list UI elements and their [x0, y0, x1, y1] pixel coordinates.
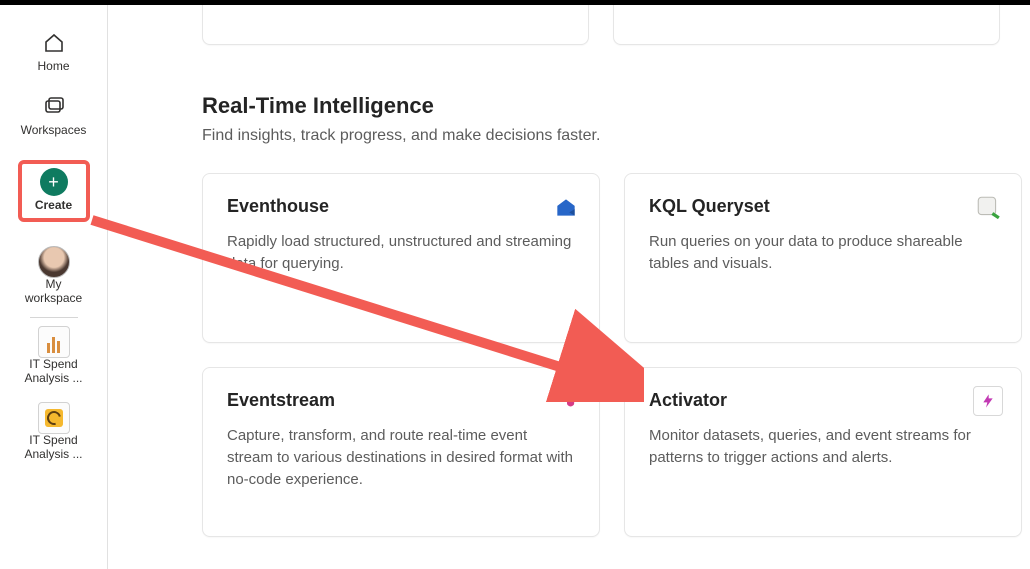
nav-create-label: Create: [35, 198, 72, 212]
nav-my-workspace[interactable]: My workspace: [0, 240, 107, 312]
nav-create[interactable]: + Create: [0, 154, 107, 228]
card-eventhouse[interactable]: Eventhouse Rapidly load structured, unst…: [202, 173, 600, 343]
eventstream-icon: [551, 386, 581, 416]
section-header: Real-Time Intelligence Find insights, tr…: [202, 93, 1000, 145]
report-gauge-icon: [38, 402, 70, 434]
queryset-icon: [973, 192, 1003, 222]
eventhouse-icon: [551, 192, 581, 222]
nav-my-workspace-label: My workspace: [25, 278, 82, 306]
card-kql-queryset[interactable]: KQL Queryset Run queries on your data to…: [624, 173, 1022, 343]
section-subtitle: Find insights, track progress, and make …: [202, 127, 1000, 145]
card-partial-left[interactable]: and analytics.: [202, 5, 589, 45]
card-kql-desc: Run queries on your data to produce shar…: [649, 231, 997, 275]
nav-workspaces-label: Workspaces: [21, 123, 87, 137]
card-eventhouse-title: Eventhouse: [227, 196, 575, 217]
nav-home[interactable]: Home: [0, 23, 107, 79]
nav-recent-2-label: IT Spend Analysis ...: [24, 434, 82, 462]
card-kql-title: KQL Queryset: [649, 196, 997, 217]
workspaces-icon: [40, 93, 68, 121]
sidebar-divider: [30, 317, 78, 318]
nav-home-label: Home: [37, 59, 69, 73]
create-highlight-box: + Create: [18, 160, 90, 222]
partial-card-row: and analytics. efficiency across the org…: [202, 5, 1000, 45]
card-eventstream-desc: Capture, transform, and route real-time …: [227, 425, 575, 490]
left-sidebar: Home Workspaces + Create My workspace IT…: [0, 5, 108, 569]
nav-workspaces[interactable]: Workspaces: [0, 87, 107, 143]
plus-icon: +: [40, 168, 68, 196]
nav-recent-1[interactable]: IT Spend Analysis ...: [0, 320, 107, 392]
card-eventstream[interactable]: Eventstream Capture, transform, and rout…: [202, 367, 600, 537]
card-grid: Eventhouse Rapidly load structured, unst…: [202, 173, 1000, 537]
card-activator-title: Activator: [649, 390, 997, 411]
card-activator[interactable]: Activator Monitor datasets, queries, and…: [624, 367, 1022, 537]
report-bar-icon: [38, 326, 70, 358]
home-icon: [40, 29, 68, 57]
card-eventhouse-desc: Rapidly load structured, unstructured an…: [227, 231, 575, 275]
nav-recent-2[interactable]: IT Spend Analysis ...: [0, 396, 107, 468]
activator-icon: [973, 386, 1003, 416]
card-activator-desc: Monitor datasets, queries, and event str…: [649, 425, 997, 469]
section-title: Real-Time Intelligence: [202, 93, 1000, 119]
card-eventstream-title: Eventstream: [227, 390, 575, 411]
card-partial-right[interactable]: efficiency across the organization.: [613, 5, 1000, 45]
avatar-icon: [38, 246, 70, 278]
nav-recent-1-label: IT Spend Analysis ...: [24, 358, 82, 386]
main-content: and analytics. efficiency across the org…: [108, 5, 1030, 569]
